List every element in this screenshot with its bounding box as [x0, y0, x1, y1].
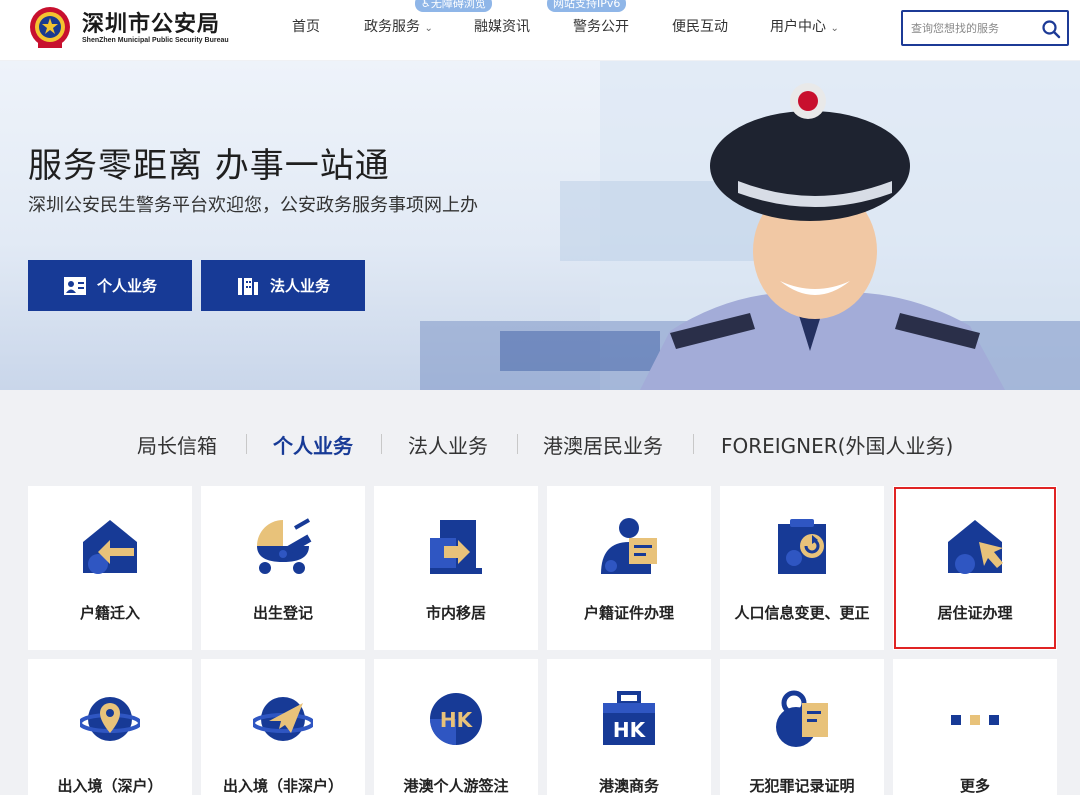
tab-divider — [693, 434, 694, 454]
hk-briefcase-icon: HK — [603, 691, 655, 745]
service-card-info-change[interactable]: 人口信息变更、更正 — [720, 486, 884, 650]
service-card-label: 出入境（深户） — [57, 777, 163, 795]
category-tabs: 局长信箱 个人业务 法人业务 港澳居民业务 FOREIGNER(外国人业务) — [0, 420, 1080, 466]
service-card-label: 港澳个人游签注 — [403, 777, 509, 795]
planet-plane-icon — [253, 697, 313, 741]
tab-legal-business[interactable]: 法人业务 — [408, 430, 488, 459]
police-emblem-logo[interactable] — [28, 6, 72, 50]
nav-user-center[interactable]: 用户中心 ⌄ — [770, 16, 839, 36]
service-card-hk-macao-business[interactable]: HK 港澳商务 — [547, 659, 711, 795]
service-card-label: 更多 — [959, 777, 990, 795]
id-card-icon — [63, 276, 86, 295]
tab-personal-business[interactable]: 个人业务 — [273, 430, 353, 459]
svg-text:HK: HK — [440, 708, 474, 732]
door-arrow-icon — [430, 520, 482, 574]
service-card-intra-city-move[interactable]: 市内移居 — [374, 486, 538, 650]
stroller-icon — [257, 518, 312, 574]
building-icon — [237, 277, 258, 295]
service-card-more[interactable]: 更多 — [893, 659, 1057, 795]
tab-divider — [381, 434, 382, 454]
hk-circle-icon: HK — [430, 693, 482, 745]
service-card-label: 人口信息变更、更正 — [734, 604, 870, 622]
nav-gov-services-label: 政务服务 — [364, 19, 420, 35]
nav-home[interactable]: 首页 — [292, 16, 320, 36]
nav-police-affairs[interactable]: 警务公开 — [573, 16, 629, 36]
legal-business-label: 法人业务 — [269, 277, 330, 295]
planet-pin-icon — [80, 697, 140, 741]
tab-director-mailbox[interactable]: 局长信箱 — [137, 430, 217, 459]
person-card-icon — [601, 518, 657, 574]
ipv6-badge: 网站支持IPv6 — [547, 0, 627, 12]
hero-banner: 服务零距离 办事一站通 深圳公安民生警务平台欢迎您，公安政务服务事项网上办 个人… — [0, 61, 1080, 390]
service-card-residence-permit[interactable]: 居住证办理 — [893, 486, 1057, 650]
clipboard-refresh-icon — [778, 519, 826, 574]
search-icon[interactable] — [1041, 19, 1061, 39]
nav-interaction[interactable]: 便民互动 — [672, 16, 728, 36]
accessibility-badge[interactable]: ♿无障碍浏览 — [415, 0, 492, 12]
tab-divider — [246, 434, 247, 454]
nav-gov-services[interactable]: 政务服务 ⌄ — [364, 16, 433, 36]
service-card-label: 市内移居 — [425, 604, 486, 622]
service-card-label: 居住证办理 — [937, 604, 1013, 622]
personal-business-label: 个人业务 — [96, 277, 157, 295]
service-card-exit-entry-local[interactable]: 出入境（深户） — [28, 659, 192, 795]
hero-title: 服务零距离 办事一站通 — [28, 146, 390, 186]
site-subtitle-en: ShenZhen Municipal Public Security Burea… — [82, 37, 229, 44]
nav-media-news[interactable]: 融媒资讯 — [474, 16, 530, 36]
service-card-label: 户籍证件办理 — [583, 604, 674, 622]
service-card-birth-registration[interactable]: 出生登记 — [201, 486, 365, 650]
service-card-label: 出生登记 — [252, 604, 313, 622]
service-card-label: 户籍迁入 — [79, 604, 140, 622]
personal-business-button[interactable]: 个人业务 — [28, 260, 192, 311]
service-card-hukou-transfer[interactable]: 户籍迁入 — [28, 486, 192, 650]
service-card-no-criminal-record[interactable]: 无犯罪记录证明 — [720, 659, 884, 795]
record-document-icon — [776, 690, 828, 747]
service-card-label: 港澳商务 — [598, 777, 659, 795]
nav-user-center-label: 用户中心 — [770, 19, 826, 35]
more-dots-icon — [951, 715, 999, 725]
service-card-label: 出入境（非深户） — [222, 777, 343, 795]
chevron-down-icon: ⌄ — [424, 23, 433, 34]
chevron-down-icon: ⌄ — [830, 23, 839, 34]
wheelchair-icon: ♿ — [421, 0, 431, 10]
top-header: 深圳市公安局 ShenZhen Municipal Public Securit… — [0, 0, 1080, 60]
service-card-label: 无犯罪记录证明 — [749, 777, 855, 795]
house-arrow-icon — [83, 520, 137, 574]
service-card-hk-macao-visa[interactable]: HK 港澳个人游签注 — [374, 659, 538, 795]
tab-hk-macao-residents[interactable]: 港澳居民业务 — [543, 430, 663, 459]
hero-background-image — [420, 61, 1080, 390]
house-cursor-icon — [948, 520, 1003, 574]
legal-business-button[interactable]: 法人业务 — [201, 260, 365, 311]
accessibility-badge-label: 无障碍浏览 — [430, 0, 486, 10]
site-title: 深圳市公安局 — [82, 12, 221, 37]
search-box — [901, 10, 1069, 46]
service-card-hukou-certificate[interactable]: 户籍证件办理 — [547, 486, 711, 650]
tab-divider — [517, 434, 518, 454]
svg-text:HK: HK — [613, 718, 647, 742]
service-card-exit-entry-nonlocal[interactable]: 出入境（非深户） — [201, 659, 365, 795]
hero-subtitle: 深圳公安民生警务平台欢迎您，公安政务服务事项网上办 — [28, 195, 478, 216]
search-input[interactable] — [911, 19, 1039, 37]
tab-foreigner[interactable]: FOREIGNER(外国人业务) — [721, 430, 953, 459]
